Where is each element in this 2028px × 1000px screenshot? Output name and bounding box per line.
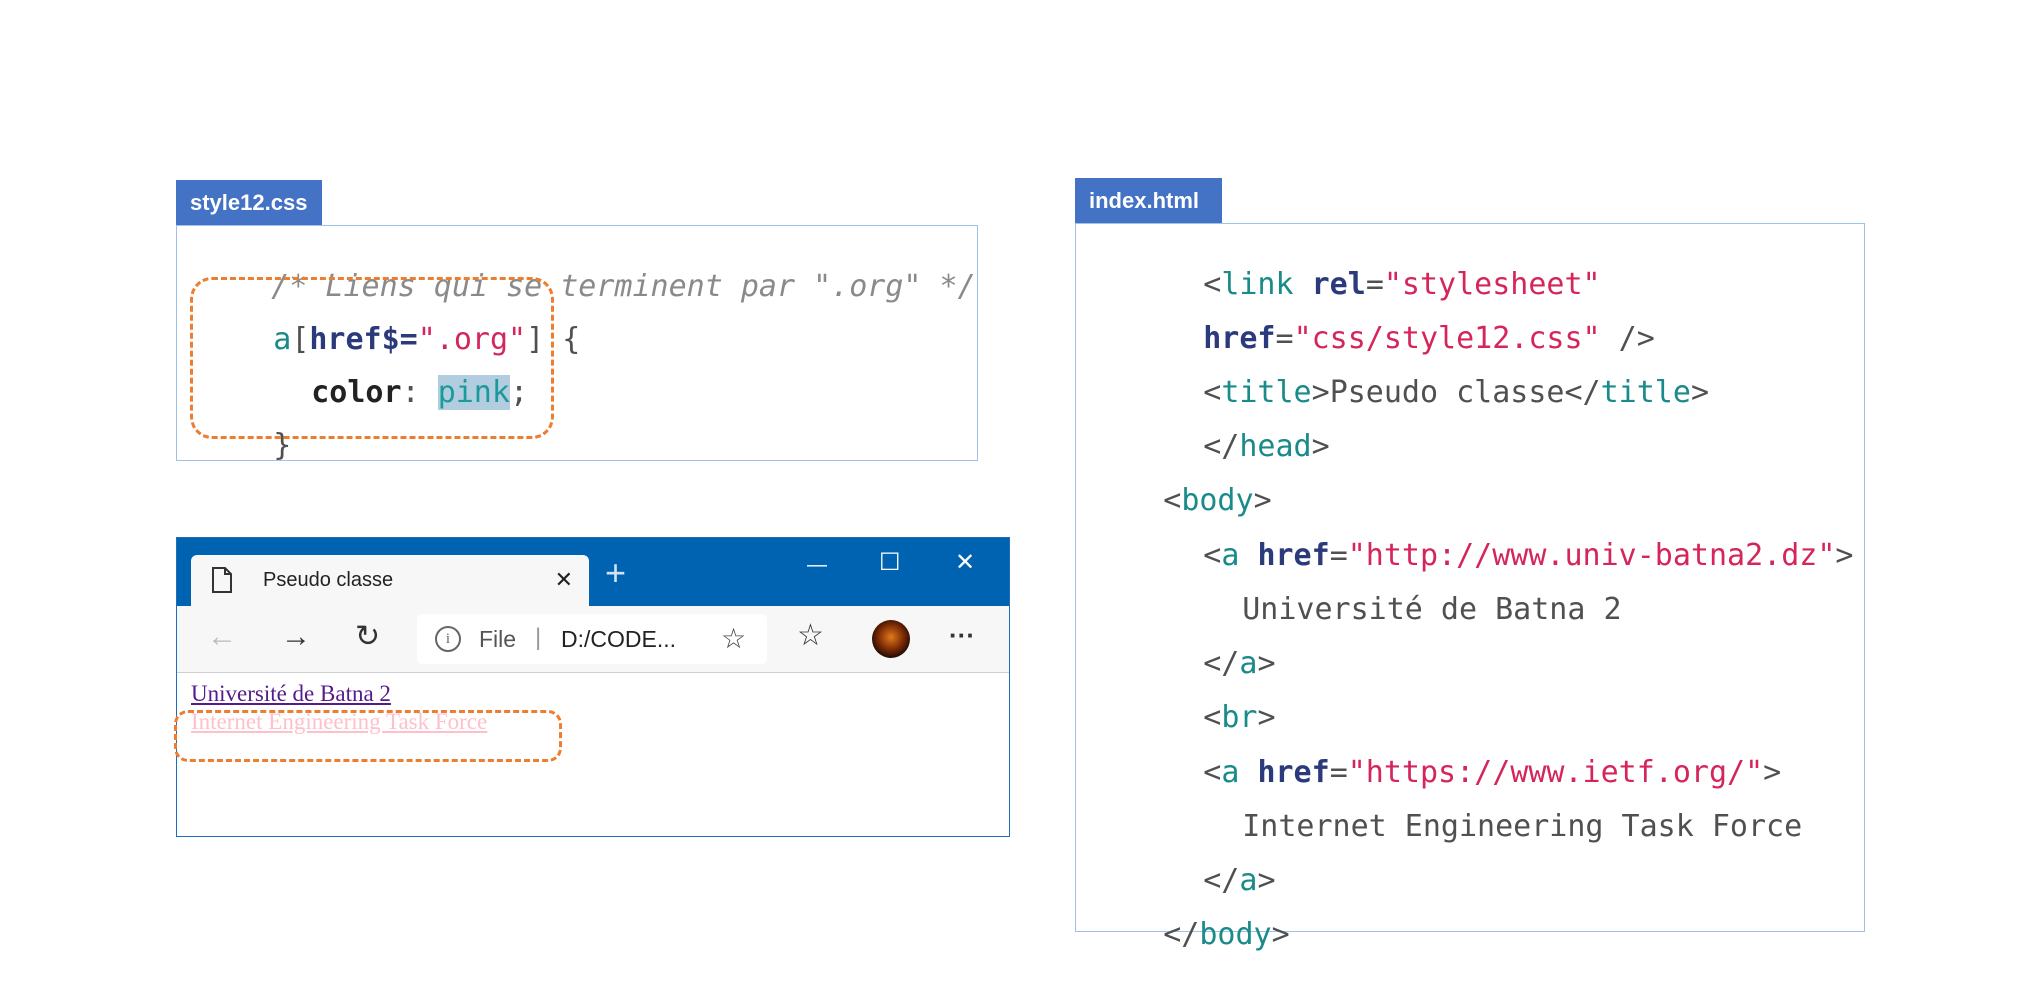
address-separator: | [535,624,542,651]
tab-title: Pseudo classe [263,569,394,591]
close-window-button[interactable]: ✕ [955,550,975,576]
html-line-body-close: </body> [1091,884,1290,986]
tab-close-icon[interactable]: ✕ [555,567,573,593]
browser-toolbar: ← → ↻ i File | D:/CODE... ☆ ☆ ··· [177,606,1009,673]
link-univ-batna[interactable]: Université de Batna 2 [191,681,391,707]
browser-highlight-box [174,710,562,762]
favorites-icon[interactable]: ☆ [797,621,824,651]
browser-titlebar: Pseudo classe ✕ + — ☐ ✕ [177,538,1009,606]
html-link1-text: Université de Batna 2 [1242,592,1622,627]
html-file-tab: index.html [1075,178,1222,224]
address-prefix: File [479,626,517,652]
maximize-button[interactable]: ☐ [879,550,901,576]
address-bar[interactable]: i File | D:/CODE... ☆ [417,614,767,664]
profile-avatar[interactable] [872,620,910,658]
html-link2-text: Internet Engineering Task Force [1242,809,1803,844]
html-tag-body: body [1199,917,1272,952]
address-text: D:/CODE... [561,626,677,652]
html-code-box: <link rel="stylesheet" href="css/style12… [1075,223,1865,952]
html-token: > [1311,429,1330,464]
html-token: > [1690,375,1709,410]
html-token: </ [1163,917,1200,952]
html-tag-title-end: title [1600,375,1691,410]
info-icon[interactable]: i [435,626,461,652]
browser-tab[interactable]: Pseudo classe ✕ [191,555,589,606]
html-token: </ [1564,375,1601,410]
html-token: > [1271,917,1290,952]
css-highlight-box [190,277,554,439]
css-file-tab: style12.css [176,180,322,226]
back-arrow-icon[interactable]: ← [207,622,237,652]
new-tab-button[interactable]: + [605,555,626,591]
html-title-text: Pseudo classe [1329,375,1565,410]
browser-window: Pseudo classe ✕ + — ☐ ✕ ← → ↻ i File | D… [176,537,1010,837]
html-token: > [1835,538,1854,573]
page-icon [212,567,232,593]
forward-arrow-icon[interactable]: → [281,622,311,652]
add-favorite-icon[interactable]: ☆ [721,622,746,655]
more-options-icon[interactable]: ··· [949,620,975,651]
minimize-button[interactable]: — [807,552,827,578]
refresh-icon[interactable]: ↻ [355,622,380,652]
